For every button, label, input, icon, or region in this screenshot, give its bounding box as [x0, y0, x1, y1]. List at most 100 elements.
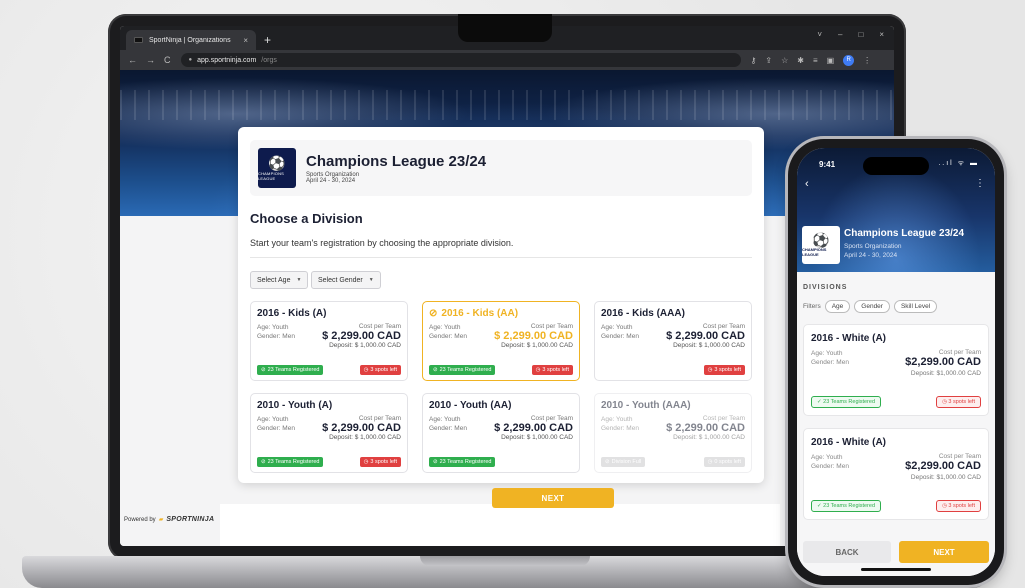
division-gender: Gender: Men — [429, 425, 467, 432]
division-deposit: Deposit: $ 1,000.00 CAD — [673, 342, 745, 349]
skill-level-filter-chip[interactable]: Skill Level — [893, 300, 938, 313]
clock-icon: ◷ — [363, 459, 369, 465]
brand-name: SPORTNINJA — [166, 516, 215, 523]
teams-registered-badge: ✓ 23 Teams Registered — [811, 396, 882, 408]
key-icon[interactable]: ⚷ — [751, 56, 757, 65]
division-card-2016-kids-a[interactable]: 2016 - Kids (A) Age: Youth Gender: Men Co… — [250, 301, 408, 381]
spots-left-badge: ◷ 3 spots left — [703, 365, 745, 375]
soccer-ball-icon: ⚽ — [812, 232, 830, 248]
org-logo-text: CHAMPIONS LEAGUE — [802, 247, 827, 257]
division-price: $ 2,299.00 CAD — [322, 330, 401, 342]
close-window-button[interactable]: × — [879, 30, 884, 39]
cost-label: Cost per Team — [938, 453, 981, 460]
org-subtitle: Sports Organization April 24 - 30, 2024 — [844, 242, 901, 260]
division-gender: Gender: Men — [429, 333, 467, 340]
select-age-dropdown[interactable]: Select Age ▼ — [250, 271, 309, 289]
tab-search-chevron-icon[interactable]: ˅ — [817, 30, 822, 39]
check-circle-icon: ⊘ — [261, 459, 266, 465]
blocked-icon: ⊘ — [605, 459, 610, 465]
menu-kebab-icon[interactable]: ⋮ — [863, 56, 871, 65]
division-name: 2016 - Kids (AAA) — [601, 308, 685, 319]
cost-label: Cost per Team — [938, 349, 981, 356]
division-deposit: Deposit: $ 1,000.00 CAD — [501, 342, 573, 349]
division-name: 2016 - Kids (A) — [257, 308, 327, 319]
back-arrow-icon[interactable]: ← — [128, 55, 137, 65]
cost-label: Cost per Team — [530, 323, 573, 330]
laptop-screen: SportNinja | Organizations × + ˅ – □ × ←… — [120, 26, 894, 546]
division-deposit: Deposit: $1,000.00 CAD — [910, 474, 981, 481]
phone-division-card[interactable]: 2016 - White (A) Age: Youth Gender: Men C… — [803, 324, 989, 416]
spots-left-badge: ◷ 3 spots left — [936, 396, 981, 408]
back-button[interactable]: BACK — [803, 541, 891, 563]
status-icons: ..ıl ᯤ ▬ — [938, 160, 979, 167]
bookmark-star-icon[interactable]: ☆ — [781, 56, 788, 65]
phone-division-card[interactable]: 2016 - White (A) Age: Youth Gender: Men C… — [803, 428, 989, 520]
division-age: Age: Youth — [601, 416, 633, 423]
more-kebab-icon[interactable]: ⋮ — [975, 178, 985, 189]
division-name: 2016 - White (A) — [811, 437, 887, 448]
next-button[interactable]: NEXT — [899, 541, 989, 563]
next-button[interactable]: NEXT — [492, 488, 614, 508]
division-card-2010-youth-a[interactable]: 2010 - Youth (A) Age: Youth Gender: Men C… — [250, 393, 408, 473]
new-tab-button[interactable]: + — [264, 33, 271, 47]
extension-puzzle-icon[interactable]: ✱ — [797, 56, 804, 65]
division-card-2016-kids-aaa[interactable]: 2016 - Kids (AAA) Age: Youth Gender: Men … — [594, 301, 752, 381]
tab-close-icon[interactable]: × — [243, 36, 248, 45]
sidepanel-icon[interactable]: ▣ — [827, 56, 835, 65]
forward-arrow-icon[interactable]: → — [146, 55, 155, 65]
back-chevron-icon[interactable]: ‹ — [805, 178, 809, 190]
division-name: 2016 - White (A) — [811, 333, 887, 344]
clock-icon: ◷ — [363, 367, 369, 373]
url-bar[interactable]: ● app.sportninja.com/orgs — [180, 53, 741, 67]
org-type: Sports Organization — [844, 243, 902, 250]
division-age: Age: Youth — [811, 350, 843, 357]
browser-tab[interactable]: SportNinja | Organizations × — [126, 30, 256, 50]
divider — [250, 257, 752, 258]
division-age: Age: Youth — [811, 454, 843, 461]
phone-body — [797, 272, 995, 576]
division-age: Age: Youth — [257, 416, 289, 423]
minimize-button[interactable]: – — [838, 30, 842, 39]
division-name: 2016 - Kids (AA) — [441, 308, 519, 319]
gender-filter-chip[interactable]: Gender — [854, 300, 890, 313]
spots-left-badge: ◷ 3 spots left — [359, 365, 401, 375]
clock-icon: ◷ — [707, 459, 713, 465]
window-controls: ˅ – □ × — [817, 30, 884, 39]
cost-label: Cost per Team — [358, 415, 401, 422]
division-name: 2010 - Youth (AAA) — [601, 400, 691, 411]
laptop-camera-notch — [458, 14, 552, 42]
nav-buttons: ← → C — [128, 55, 171, 65]
maximize-button[interactable]: □ — [858, 30, 863, 39]
profile-avatar[interactable]: R — [843, 54, 855, 66]
select-gender-label: Select Gender — [318, 276, 363, 284]
division-gender: Gender: Men — [811, 463, 849, 470]
reading-list-icon[interactable]: ≡ — [813, 56, 818, 65]
clock-icon: ◷ — [535, 367, 541, 373]
cost-label: Cost per Team — [530, 415, 573, 422]
sportninja-favicon-icon — [134, 37, 143, 43]
division-price: $2,299.00 CAD — [905, 356, 981, 368]
division-card-2016-kids-aa[interactable]: ⊘ 2016 - Kids (AA) Age: Youth Gender: Men … — [422, 301, 580, 381]
check-circle-icon: ⊘ — [433, 367, 438, 373]
spots-left-badge: ◷ 3 spots left — [359, 457, 401, 467]
select-gender-dropdown[interactable]: Select Gender ▼ — [311, 271, 381, 289]
laptop-base-groove — [420, 556, 590, 566]
reload-icon[interactable]: C — [164, 55, 171, 65]
cost-label: Cost per Team — [702, 323, 745, 330]
division-price: $ 2,299.00 CAD — [494, 422, 573, 434]
division-price: $ 2,299.00 CAD — [322, 422, 401, 434]
teams-registered-badge: ⊘ 23 Teams Registered — [429, 365, 496, 375]
browser-toolbar: ← → C ● app.sportninja.com/orgs ⚷ ⇪ ☆ ✱ … — [120, 50, 894, 70]
teams-registered-badge: ⊘ 23 Teams Registered — [257, 457, 324, 467]
org-logo-text: CHAMPIONS LEAGUE — [258, 170, 285, 181]
division-card-2010-youth-aa[interactable]: 2010 - Youth (AA) Age: Youth Gender: Men … — [422, 393, 580, 473]
filter-chips: Filters Age Gender Skill Level — [803, 300, 938, 313]
share-icon[interactable]: ⇪ — [765, 56, 772, 65]
division-deposit: Deposit: $1,000.00 CAD — [910, 370, 981, 377]
soccer-ball-icon: ⚽ — [268, 154, 286, 171]
filters-label: Filters — [803, 303, 821, 310]
cost-label: Cost per Team — [358, 323, 401, 330]
page-subtitle: Start your team's registration by choosi… — [250, 238, 514, 248]
age-filter-chip[interactable]: Age — [824, 300, 851, 313]
sportninja-logo-icon: ▰ — [158, 517, 164, 523]
